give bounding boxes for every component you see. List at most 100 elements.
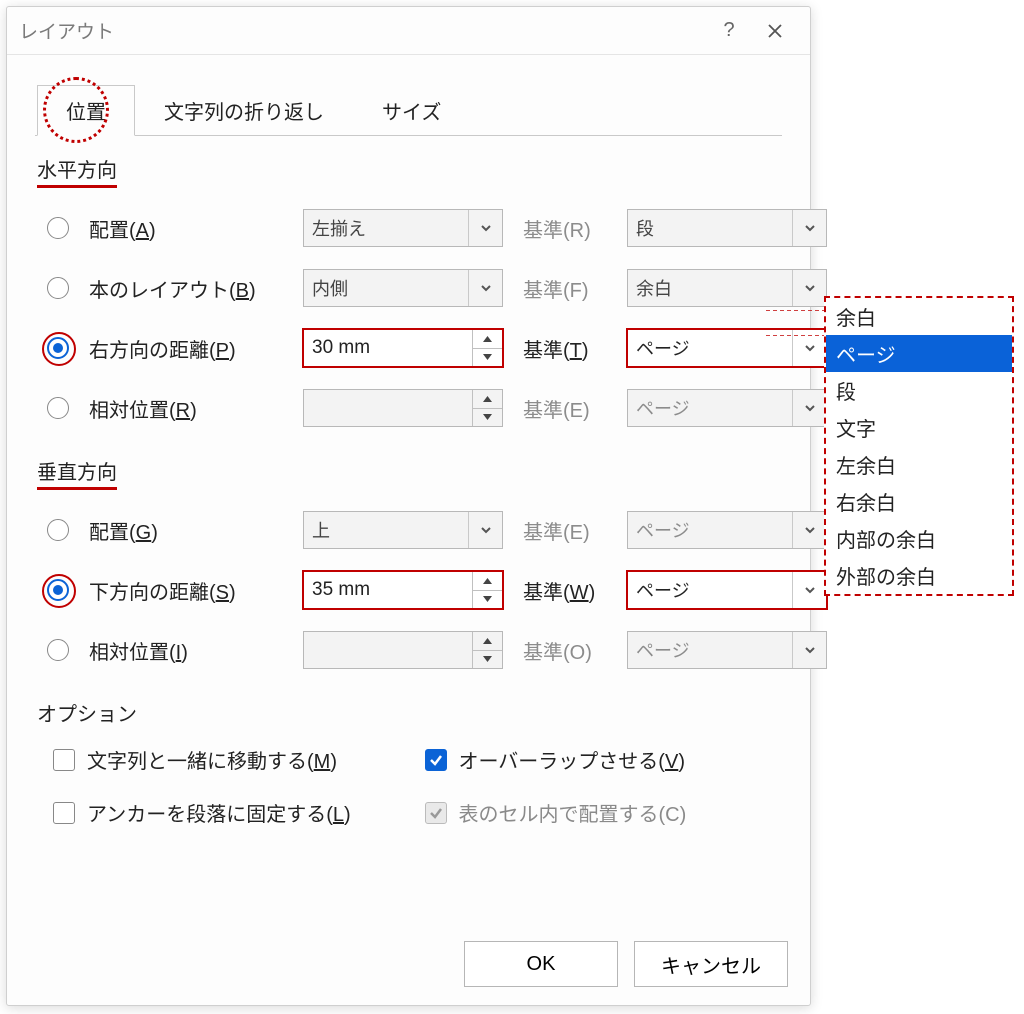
radio-v-absolute[interactable] (47, 579, 69, 601)
dialog-title: レイアウト (19, 17, 706, 44)
close-button[interactable] (752, 11, 798, 51)
dropdown-option[interactable]: 段 (826, 372, 1012, 409)
checkbox-move-label: 文字列と一緒に移動する(M) (87, 745, 337, 774)
option-layout-in-cell: 表のセル内で配置する(C) (409, 798, 781, 827)
checkbox-overlap-label: オーバーラップさせる(V) (459, 745, 685, 774)
dropdown-option[interactable]: 外部の余白 (826, 557, 1012, 594)
radio-h-align-label: 配置(A) (89, 214, 289, 243)
section-horizontal: 水平方向 配置(A) 左揃え 基準(R) 段 本のレイアウト(B) 内側 基準(… (37, 154, 780, 428)
select-v-relative-basis[interactable]: ページ (627, 631, 827, 669)
radio-v-relative[interactable] (47, 639, 69, 661)
checkbox-move[interactable] (53, 749, 75, 771)
chevron-down-icon (792, 210, 826, 246)
chevron-down-icon (468, 512, 502, 548)
select-v-align-basis[interactable]: ページ (627, 511, 827, 549)
radio-h-relative-label: 相対位置(R) (89, 394, 289, 423)
label-h-align-basis: 基準(R) (517, 214, 613, 243)
tab-size[interactable]: サイズ (353, 85, 470, 136)
chevron-down-icon (468, 270, 502, 306)
label-h-absolute-basis: 基準(T) (517, 334, 613, 363)
label-v-absolute-basis: 基準(W) (517, 576, 613, 605)
select-h-align-basis[interactable]: 段 (627, 209, 827, 247)
layout-dialog: レイアウト ? 位置 文字列の折り返し サイズ 水平方向 配置(A) 左揃え 基… (6, 6, 811, 1006)
chevron-down-icon (468, 210, 502, 246)
titlebar: レイアウト ? (7, 7, 810, 55)
spinner-buttons (472, 572, 502, 608)
checkbox-anchor[interactable] (53, 802, 75, 824)
spinner-up[interactable] (473, 632, 502, 651)
section-options: オプション 文字列と一緒に移動する(M) オーバーラップさせる(V) アンカーを… (37, 698, 780, 827)
checkbox-overlap[interactable] (425, 749, 447, 771)
spinner-up[interactable] (473, 390, 502, 409)
chevron-down-icon (792, 270, 826, 306)
spinner-down[interactable] (473, 651, 502, 669)
spinner-v-relative[interactable] (303, 631, 503, 669)
option-allow-overlap[interactable]: オーバーラップさせる(V) (409, 745, 781, 774)
spinner-up[interactable] (473, 330, 502, 349)
select-h-align-value[interactable]: 左揃え (303, 209, 503, 247)
dropdown-option[interactable]: ページ (826, 335, 1012, 372)
chevron-down-icon (792, 390, 826, 426)
spinner-h-absolute[interactable]: 30 mm (303, 329, 503, 367)
radio-h-book[interactable] (47, 277, 69, 299)
row-v-absolute: 下方向の距離(S) 35 mm 基準(W) ページ (47, 570, 780, 610)
radio-v-align[interactable] (47, 519, 69, 541)
radio-v-align-label: 配置(G) (89, 516, 289, 545)
options-heading: オプション (37, 698, 137, 727)
label-h-book-basis: 基準(F) (517, 274, 613, 303)
tab-position[interactable]: 位置 (37, 85, 135, 136)
chevron-down-icon (792, 572, 826, 608)
chevron-down-icon (792, 512, 826, 548)
radio-h-book-label: 本のレイアウト(B) (89, 274, 289, 303)
checkbox-cell-label: 表のセル内で配置する(C) (459, 798, 687, 827)
cancel-button[interactable]: キャンセル (634, 941, 788, 987)
spinner-v-absolute-value: 35 mm (304, 579, 472, 601)
spinner-up[interactable] (473, 572, 502, 591)
select-v-absolute-basis[interactable]: ページ (627, 571, 827, 609)
radio-h-absolute[interactable] (47, 337, 69, 359)
radio-h-relative[interactable] (47, 397, 69, 419)
row-v-align: 配置(G) 上 基準(E) ページ (47, 510, 780, 550)
spinner-down[interactable] (473, 349, 502, 367)
help-button[interactable]: ? (706, 11, 752, 51)
spinner-down[interactable] (473, 591, 502, 609)
row-v-relative: 相対位置(I) 基準(O) ページ (47, 630, 780, 670)
radio-v-relative-label: 相対位置(I) (89, 636, 289, 665)
dropdown-option[interactable]: 余白 (826, 298, 1012, 335)
option-move-with-text[interactable]: 文字列と一緒に移動する(M) (37, 745, 409, 774)
radio-h-align[interactable] (47, 217, 69, 239)
dropdown-basis-options: 余白ページ段文字左余白右余白内部の余白外部の余白 (824, 296, 1014, 596)
chevron-down-icon (792, 632, 826, 668)
spinner-v-absolute[interactable]: 35 mm (303, 571, 503, 609)
row-h-relative: 相対位置(R) 基準(E) ページ (47, 388, 780, 428)
row-h-book: 本のレイアウト(B) 内側 基準(F) 余白 (47, 268, 780, 308)
annotation-ring (42, 332, 76, 366)
spinner-down[interactable] (473, 409, 502, 427)
horizontal-heading: 水平方向 (37, 154, 117, 188)
select-v-align-value[interactable]: 上 (303, 511, 503, 549)
tabs: 位置 文字列の折り返し サイズ (37, 85, 810, 136)
dropdown-option[interactable]: 右余白 (826, 483, 1012, 520)
checkbox-cell (425, 802, 447, 824)
select-h-book-value[interactable]: 内側 (303, 269, 503, 307)
ok-button[interactable]: OK (464, 941, 618, 987)
annotation-ring (42, 574, 76, 608)
label-v-relative-basis: 基準(O) (517, 636, 613, 665)
option-lock-anchor[interactable]: アンカーを段落に固定する(L) (37, 798, 409, 827)
radio-v-absolute-label: 下方向の距離(S) (89, 576, 289, 605)
spinner-buttons (472, 390, 502, 426)
select-h-book-basis[interactable]: 余白 (627, 269, 827, 307)
radio-h-absolute-label: 右方向の距離(P) (89, 334, 289, 363)
vertical-heading: 垂直方向 (37, 456, 117, 490)
label-h-relative-basis: 基準(E) (517, 394, 613, 423)
dropdown-option[interactable]: 文字 (826, 409, 1012, 446)
tab-wrap[interactable]: 文字列の折り返し (135, 85, 353, 136)
label-v-align-basis: 基準(E) (517, 516, 613, 545)
spinner-h-absolute-value: 30 mm (304, 337, 472, 359)
dropdown-option[interactable]: 左余白 (826, 446, 1012, 483)
chevron-down-icon (792, 330, 826, 366)
select-h-absolute-basis[interactable]: ページ (627, 329, 827, 367)
dropdown-option[interactable]: 内部の余白 (826, 520, 1012, 557)
spinner-h-relative[interactable] (303, 389, 503, 427)
select-h-relative-basis[interactable]: ページ (627, 389, 827, 427)
